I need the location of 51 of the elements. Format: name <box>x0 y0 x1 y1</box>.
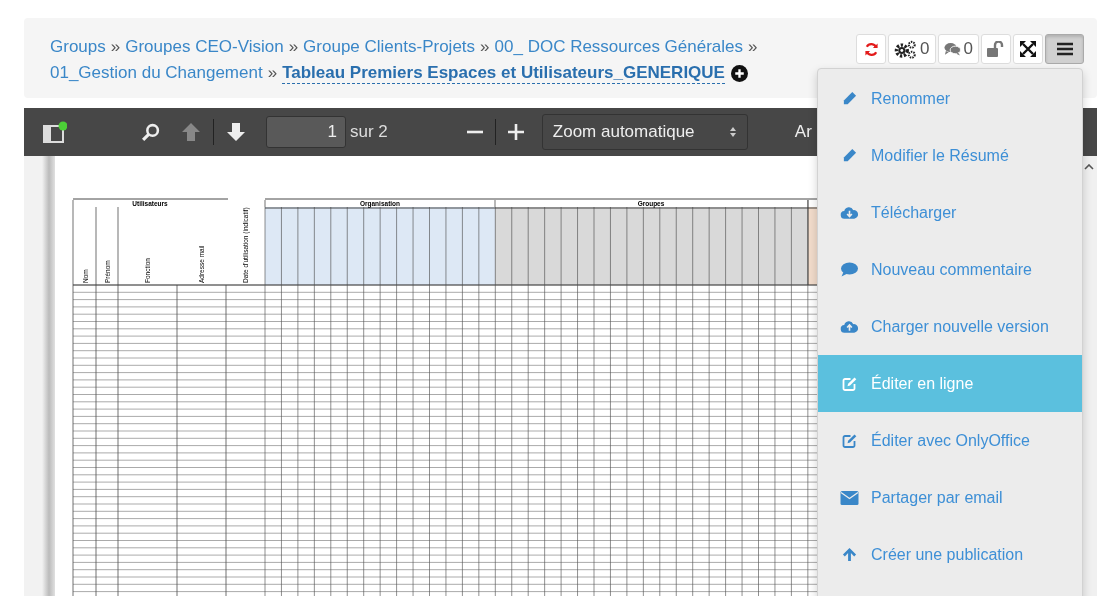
breadcrumb-separator: » <box>748 36 758 58</box>
breadcrumb-separator: » <box>288 36 299 58</box>
select-arrows-icon <box>728 126 737 138</box>
menu-item[interactable]: Nouveau commentaire <box>818 241 1082 298</box>
menu-item[interactable]: Télécharger <box>818 184 1082 241</box>
scroll-up-icon[interactable] <box>1084 164 1094 170</box>
menu-item[interactable]: Éditer en ligne <box>818 355 1082 412</box>
menu-item[interactable]: Modifier le Résumé <box>818 127 1082 184</box>
arrow-up-icon <box>840 547 859 562</box>
breadcrumb-link[interactable]: 00_ DOC Ressources Générales <box>494 34 744 60</box>
search-icon[interactable] <box>141 122 160 142</box>
menu-item[interactable]: Éditer avec OnlyOffice <box>818 412 1082 469</box>
menu-item[interactable]: Charger nouvelle version <box>818 298 1082 355</box>
plus-circle-icon[interactable] <box>730 64 748 82</box>
breadcrumb-link[interactable]: 01_Gestion du Changement <box>50 60 263 86</box>
zoom-in-icon[interactable] <box>507 124 524 140</box>
toolbar-label: Ar <box>794 122 812 142</box>
sidebar-toggle-icon[interactable] <box>43 121 67 143</box>
refresh-icon <box>863 41 879 57</box>
cloud-upload-icon <box>840 319 859 334</box>
breadcrumb-separator: » <box>110 36 121 58</box>
menu-item[interactable]: Créer une publication <box>818 526 1082 583</box>
fullscreen-button[interactable] <box>1013 34 1043 64</box>
envelope-icon <box>840 490 859 505</box>
edit-icon <box>840 432 859 449</box>
menu-icon <box>1056 42 1073 56</box>
lock-button[interactable] <box>981 34 1011 64</box>
gears-icon <box>894 39 918 59</box>
menu-item[interactable]: Renommer <box>818 70 1082 127</box>
previous-page-icon[interactable] <box>181 122 201 142</box>
cloud-download-icon <box>840 205 859 220</box>
breadcrumb-separator: » <box>267 62 278 84</box>
comments-button[interactable]: 0 <box>937 34 979 64</box>
comments-icon <box>943 42 961 56</box>
current-document-link[interactable]: Tableau Premiers Espaces et Utilisateurs_GENERIQUE <box>282 62 725 84</box>
menu-button[interactable] <box>1045 34 1084 64</box>
menu-item[interactable]: Partager par email <box>818 469 1082 526</box>
speech-bubble-icon <box>840 262 859 277</box>
edit-icon <box>840 375 859 392</box>
breadcrumb-link[interactable]: Groupes CEO-Vision <box>125 34 284 60</box>
refresh-button[interactable] <box>856 34 887 64</box>
breadcrumb-separator: » <box>480 36 490 58</box>
unlocked-padlock-icon <box>987 41 1005 57</box>
zoom-select[interactable]: Zoom automatique <box>541 114 748 150</box>
next-page-icon[interactable] <box>226 122 246 142</box>
page-count: sur 2 <box>350 122 388 142</box>
tasks-button[interactable]: 0 <box>888 34 936 64</box>
page-number-field[interactable]: 1 <box>266 116 346 148</box>
fullscreen-icon <box>1020 41 1036 57</box>
breadcrumb-link[interactable]: Groups <box>50 34 106 60</box>
breadcrumb-link[interactable]: Groupe Clients-Projets <box>303 34 476 60</box>
